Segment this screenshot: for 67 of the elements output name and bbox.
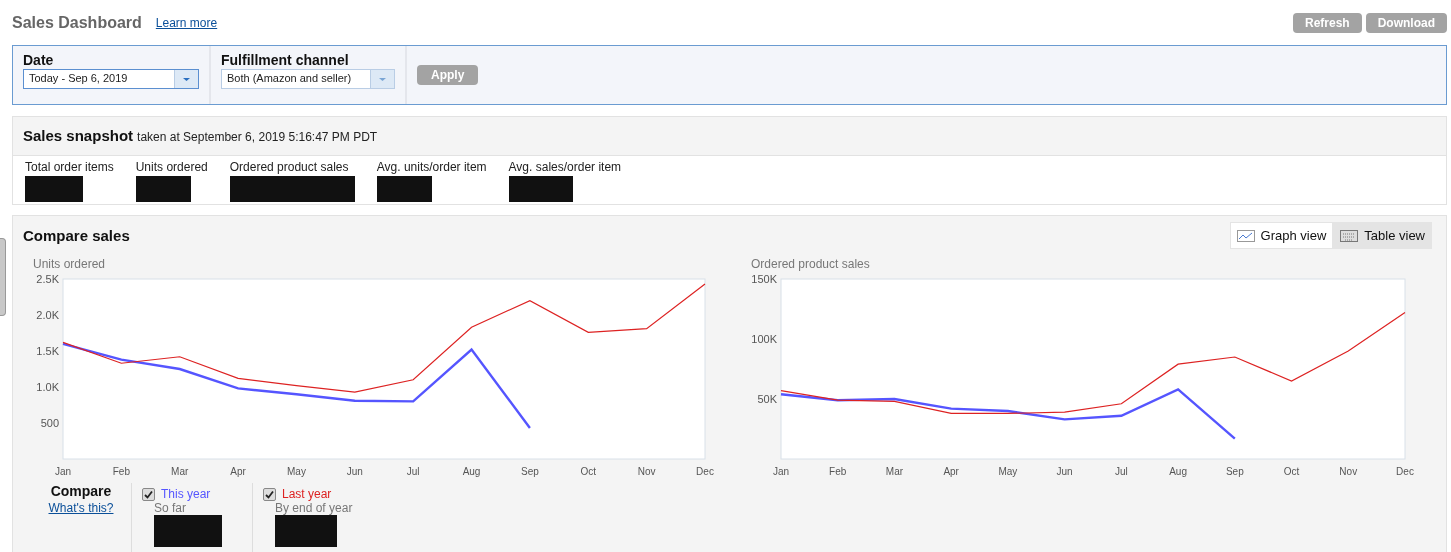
y-tick-label: 50K [757,393,777,405]
whats-this-link[interactable]: What's this? [48,501,114,515]
x-tick-label: Aug [462,466,481,477]
redaction-block [135,176,191,202]
y-tick-label: 2.0K [36,309,59,321]
y-tick-label: 500 [40,417,59,429]
metric-label: Ordered product sales [229,160,350,174]
x-tick-label: Jun [1056,466,1073,477]
x-tick-label: Nov [1339,466,1358,477]
x-tick-label: Aug [1169,466,1187,477]
y-tick-label: 150K [751,273,777,285]
y-tick-label: 100K [751,333,777,345]
y-tick-label: 1.5K [36,345,59,357]
keyboard-icon [1340,229,1359,242]
checkbox[interactable] [263,487,276,501]
redaction-block [25,176,83,202]
page-title: Sales Dashboard [12,13,142,32]
legend-title: Compare [50,483,112,499]
metric-label: Avg. sales/order item [508,160,622,174]
legend-note: By end of year [275,501,354,515]
x-tick-label: Feb [112,466,130,477]
redaction-block [508,176,573,202]
legend-note: So far [154,501,187,515]
x-tick-label: Dec [696,466,714,477]
x-tick-label: Jan [54,466,72,477]
chart-title: Units ordered [33,257,107,271]
chart-title: Ordered product sales [751,257,871,271]
filter-label: Fulfillment channel [221,52,350,68]
dropdown-field[interactable]: Both (Amazon and seller) [221,69,395,89]
x-tick-label: Oct [580,466,597,477]
metric-label: Total order items [25,160,114,174]
x-tick-label: Feb [829,466,847,477]
y-tick-label: 1.0K [36,381,59,393]
view-tab[interactable]: Graph view [1229,222,1334,249]
learn-more-link[interactable]: Learn more [155,15,218,30]
metric-label: Units ordered [135,160,208,174]
x-tick-label: Jan [772,466,790,477]
section-title: Sales snapshot [23,127,134,144]
x-tick-label: Jul [1114,466,1128,477]
redaction-block [275,515,337,547]
x-tick-label: Nov [637,466,656,477]
x-tick-label: Apr [943,466,959,477]
checkbox[interactable] [142,487,155,501]
x-tick-label: Sep [521,466,539,477]
dropdown-field[interactable]: Today - Sep 6, 2019 [23,69,199,89]
x-tick-label: May [287,466,306,477]
x-tick-label: Jun [346,466,363,477]
redaction-block [376,176,432,202]
filter-label: Date [23,52,55,68]
x-tick-label: Mar [885,466,904,477]
x-tick-label: Dec [1396,466,1414,477]
legend-series-name: This year [161,487,211,501]
redaction-block [154,515,222,547]
x-tick-label: Mar [171,466,189,477]
view-tab[interactable]: Table view [1333,222,1432,249]
metric-label: Avg. units/order item [376,160,487,174]
legend-series-name: Last year [282,487,332,501]
section-title: Compare sales [23,227,131,244]
x-tick-label: May [998,466,1018,477]
snapshot-timestamp: taken at September 6, 2019 5:16:47 PM PDT [137,130,378,144]
line-graph-icon [1236,229,1255,242]
x-tick-label: Sep [1225,466,1244,477]
x-tick-label: Oct [1283,466,1300,477]
x-tick-label: Apr [230,466,246,477]
x-tick-label: Jul [406,466,420,477]
y-tick-label: 2.5K [36,273,59,285]
side-tab-handle[interactable] [0,238,6,316]
